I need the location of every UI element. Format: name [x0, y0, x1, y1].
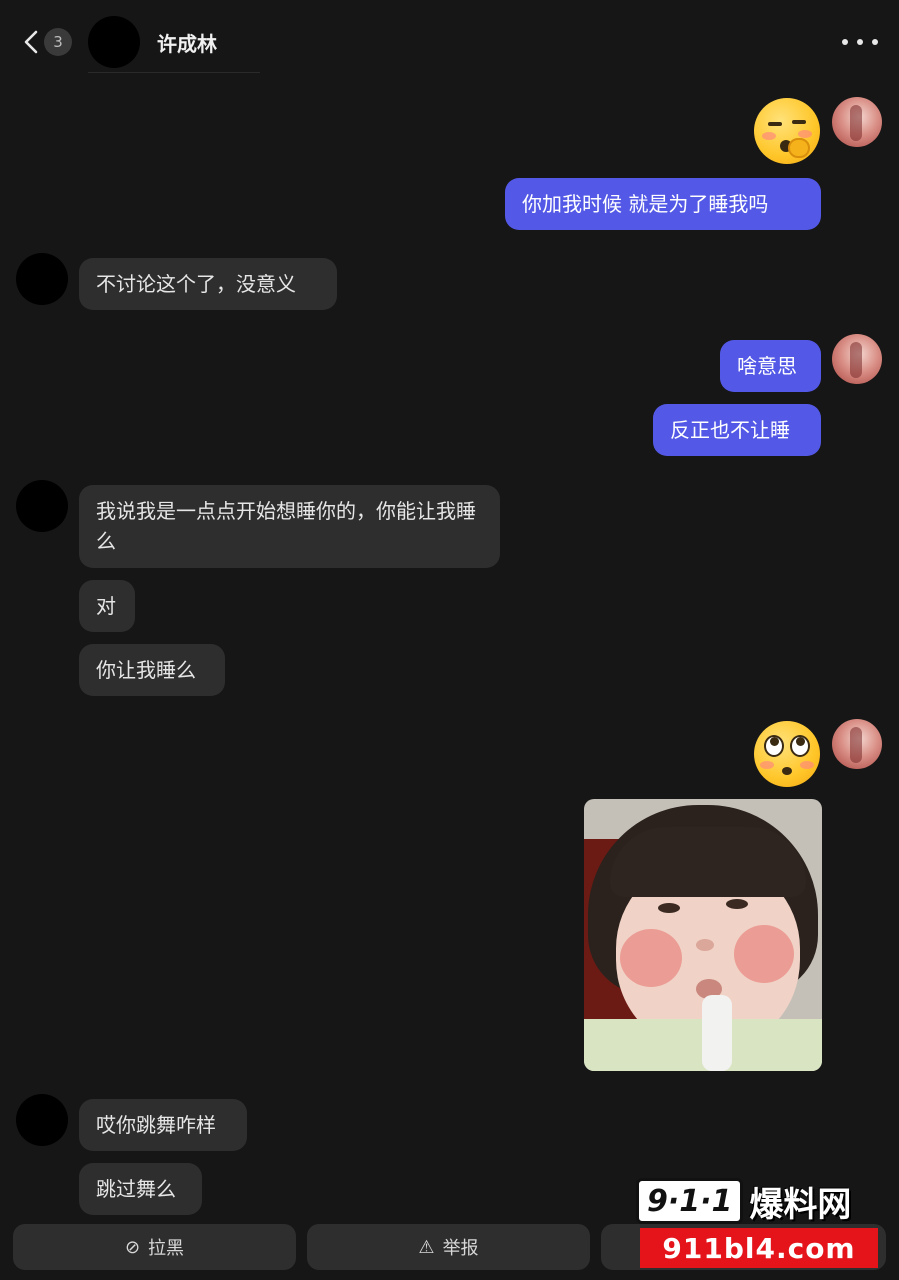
message-bubble-outgoing[interactable]: 啥意思	[720, 340, 821, 392]
bottle	[702, 995, 732, 1071]
cheek	[620, 929, 682, 987]
message-bubble-incoming[interactable]: 对	[79, 580, 135, 632]
shush-face-emoji-icon[interactable]	[754, 98, 820, 164]
my-avatar[interactable]	[832, 719, 882, 769]
pupil	[796, 737, 805, 746]
chat-header: 3 许成林	[0, 0, 899, 80]
eye	[768, 122, 782, 126]
pleading-face-emoji-icon[interactable]	[754, 721, 820, 787]
bangs	[610, 827, 806, 897]
block-icon: ⊘	[124, 1236, 141, 1258]
my-avatar[interactable]	[832, 334, 882, 384]
cheek	[734, 925, 794, 983]
cheek	[800, 761, 814, 769]
message-bubble-incoming[interactable]: 跳过舞么	[79, 1163, 202, 1215]
report-label: 举报	[442, 1238, 479, 1259]
mouth	[782, 767, 792, 775]
watermark: 9·1·1 爆料网 911bl4.com	[636, 1176, 882, 1274]
message-bubble-incoming[interactable]: 不讨论这个了，没意义	[79, 258, 337, 310]
message-bubble-incoming[interactable]: 你让我睡么	[79, 644, 225, 696]
cheek	[760, 761, 774, 769]
watermark-url: 911bl4.com	[640, 1228, 878, 1268]
dot-icon	[857, 39, 863, 45]
eye	[792, 120, 806, 124]
more-options-button[interactable]	[842, 30, 878, 54]
dot-icon	[872, 39, 878, 45]
back-button[interactable]: 3	[22, 26, 72, 58]
message-bubble-outgoing[interactable]: 反正也不让睡	[653, 404, 821, 456]
my-avatar[interactable]	[832, 97, 882, 147]
warning-icon: ⚠	[418, 1236, 435, 1258]
watermark-logo-number: 9·1·1	[636, 1178, 744, 1224]
message-bubble-outgoing[interactable]: 你加我时候 就是为了睡我吗	[505, 178, 821, 230]
pupil	[770, 737, 779, 746]
contact-avatar[interactable]	[88, 16, 140, 68]
contact-avatar[interactable]	[16, 1094, 68, 1146]
report-button[interactable]: ⚠ 举报	[307, 1224, 590, 1270]
chevron-left-icon	[24, 30, 38, 54]
eye	[658, 903, 680, 913]
message-bubble-incoming[interactable]: 哎你跳舞咋样	[79, 1099, 247, 1151]
dot-icon	[842, 39, 848, 45]
eye	[726, 899, 748, 909]
unread-count-badge: 3	[44, 28, 72, 56]
contact-name: 许成林	[157, 32, 217, 56]
watermark-logo-text: 爆料网	[749, 1184, 852, 1225]
hand	[788, 138, 810, 158]
block-label: 拉黑	[148, 1238, 185, 1259]
header-divider	[88, 72, 260, 73]
cheek	[762, 132, 776, 140]
cheek	[798, 130, 812, 138]
nose	[696, 939, 714, 951]
sticker-image-child-face[interactable]	[584, 799, 822, 1071]
block-button[interactable]: ⊘ 拉黑	[13, 1224, 296, 1270]
contact-avatar[interactable]	[16, 253, 68, 305]
watermark-logo: 9·1·1 爆料网	[636, 1176, 882, 1226]
contact-avatar[interactable]	[16, 480, 68, 532]
message-bubble-incoming[interactable]: 我说我是一点点开始想睡你的，你能让我睡么	[79, 485, 500, 568]
